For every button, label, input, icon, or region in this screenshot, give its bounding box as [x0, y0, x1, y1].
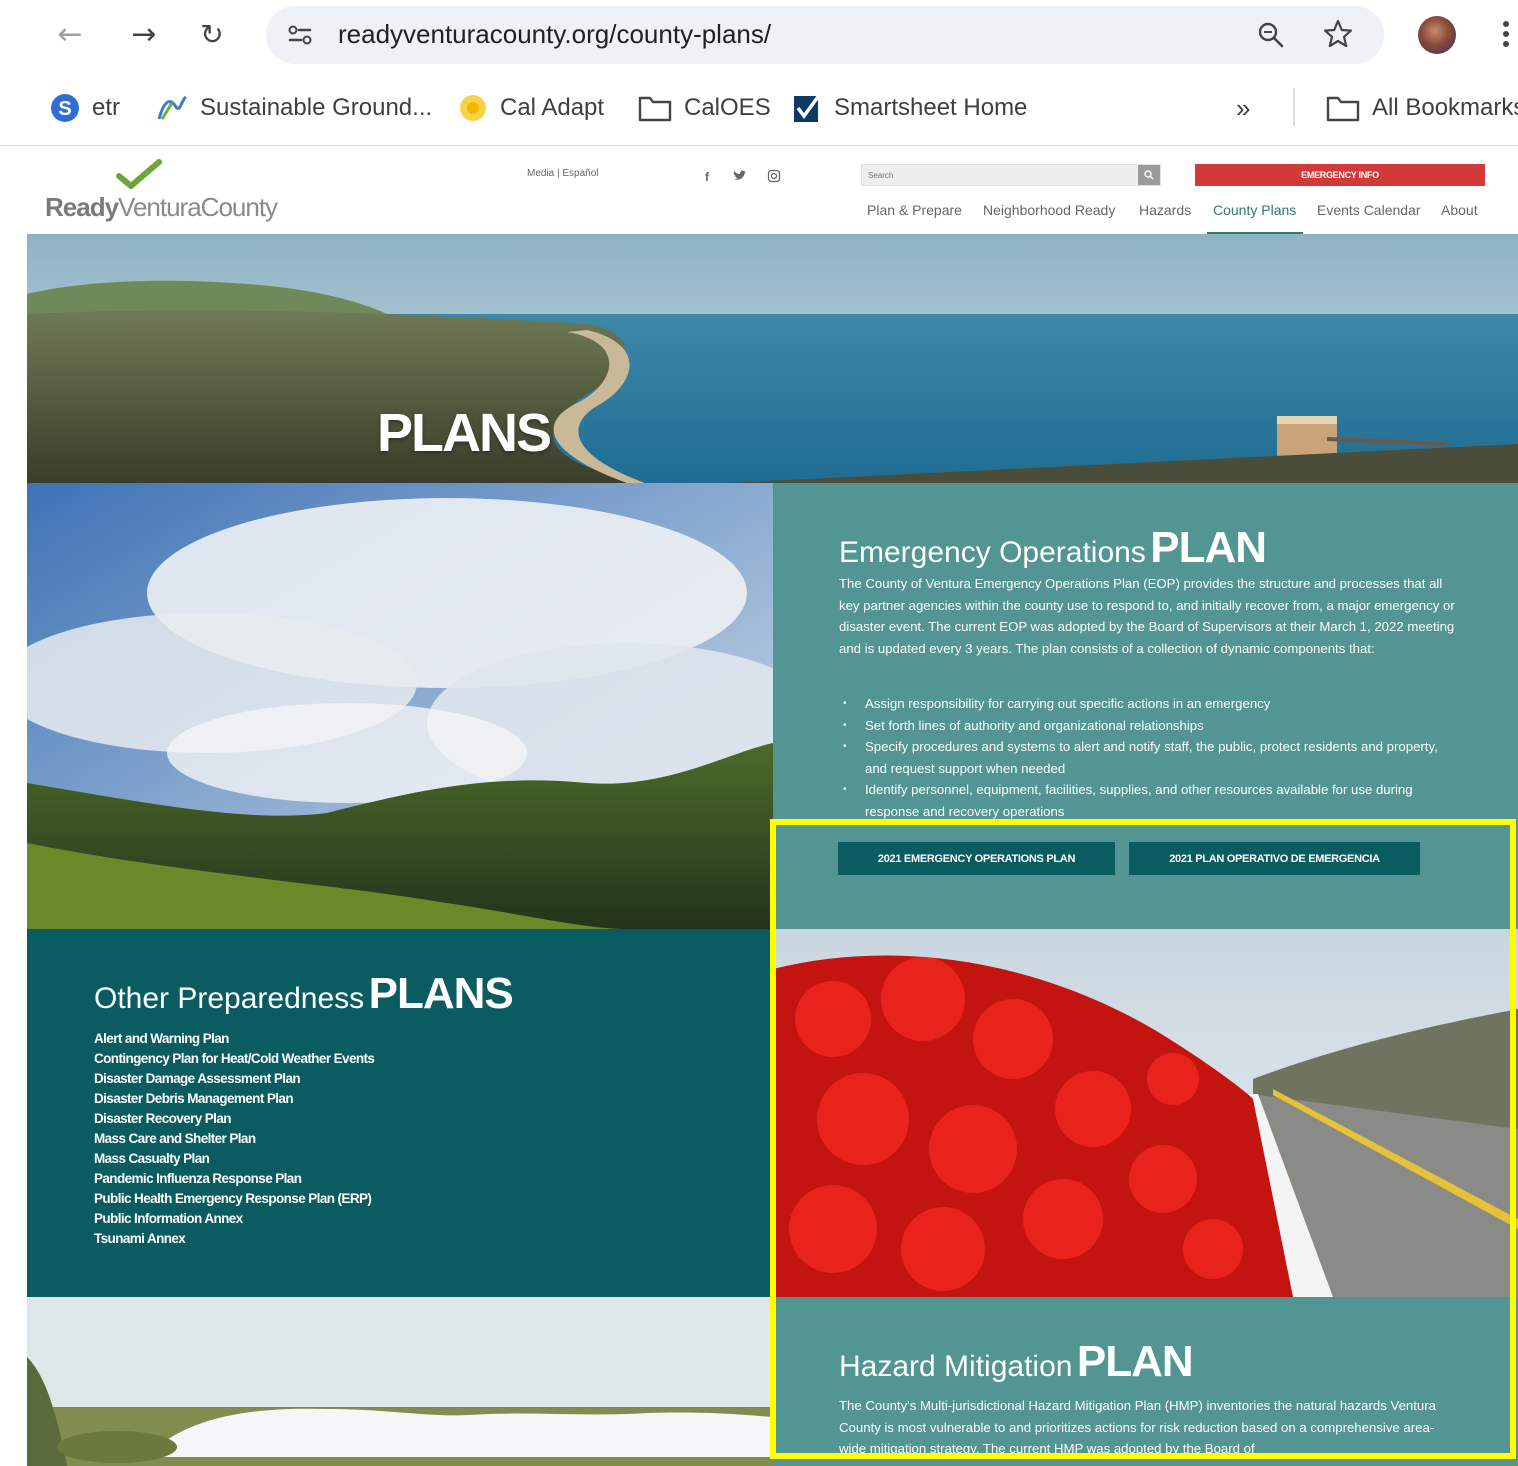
hero-title: PLANS — [377, 403, 552, 463]
coastline-photo — [27, 234, 1518, 483]
s-circle-icon: S — [50, 93, 80, 123]
bookmark-caloes[interactable]: CalOES — [638, 90, 771, 126]
plan-link-mass-care-shelter[interactable]: Mass Care and Shelter Plan — [94, 1129, 594, 1149]
plan-link-pandemic-influenza[interactable]: Pandemic Influenza Response Plan — [94, 1169, 594, 1189]
nav-hazards[interactable]: Hazards — [1139, 202, 1191, 218]
menu-kebab-icon[interactable] — [1496, 14, 1516, 54]
highlight-box — [770, 819, 1516, 1459]
nav-county-plans[interactable]: County Plans — [1213, 202, 1296, 218]
plan-link-mass-casualty[interactable]: Mass Casualty Plan — [94, 1149, 594, 1169]
bookmark-etr[interactable]: S etr — [50, 90, 120, 126]
emergency-info-button[interactable]: EMERGENCY INFO — [1195, 164, 1485, 186]
eop-description: The County of Ventura Emergency Operatio… — [839, 576, 1455, 656]
site-search-input[interactable] — [862, 165, 1138, 185]
sky-mountains-photo — [27, 483, 773, 929]
browser-toolbar: ← → ↻ readyventuracounty.org/county-plan… — [0, 0, 1518, 70]
zoom-icon[interactable] — [1256, 20, 1286, 50]
cal-adapt-icon — [458, 93, 488, 123]
folder-icon — [638, 94, 672, 122]
all-bookmarks-button[interactable]: All Bookmarks — [1326, 90, 1518, 126]
bookmarks-bar: S etr Sustainable Ground... Cal Adapt Ca… — [0, 70, 1518, 146]
site-settings-icon[interactable] — [286, 21, 314, 49]
logo-text: ReadyVenturaCounty — [45, 192, 278, 222]
plan-link-public-health-erp[interactable]: Public Health Emergency Response Plan (E… — [94, 1189, 594, 1209]
folder-icon — [1326, 94, 1360, 122]
list-item: Set forth lines of authority and organiz… — [839, 715, 1459, 737]
nav-plan-prepare[interactable]: Plan & Prepare — [867, 202, 962, 218]
plan-link-debris-management[interactable]: Disaster Debris Management Plan — [94, 1089, 594, 1109]
smartsheet-icon — [792, 92, 822, 124]
svg-text:S: S — [58, 98, 71, 120]
eop-heading: Emergency Operations PLAN — [839, 523, 1267, 572]
bookmark-sustainable-ground[interactable]: Sustainable Ground... — [156, 90, 432, 126]
site-header: ReadyVenturaCounty Media | Español f EME… — [27, 148, 1518, 234]
site-logo[interactable]: ReadyVenturaCounty — [45, 158, 305, 228]
bookmarks-overflow-button[interactable]: » — [1236, 90, 1250, 126]
utility-links[interactable]: Media | Español — [527, 168, 599, 179]
other-plans-list: Alert and Warning Plan Contingency Plan … — [94, 1029, 594, 1249]
url-text[interactable]: readyventuracounty.org/county-plans/ — [338, 19, 771, 50]
greenhouse-photo — [27, 1297, 773, 1466]
list-item: Specify procedures and systems to alert … — [839, 736, 1459, 779]
sgma-icon — [156, 93, 188, 123]
plan-link-damage-assessment[interactable]: Disaster Damage Assessment Plan — [94, 1069, 594, 1089]
plan-link-public-information[interactable]: Public Information Annex — [94, 1209, 594, 1229]
address-bar[interactable]: readyventuracounty.org/county-plans/ — [266, 6, 1384, 64]
eop-bullet-list: Assign responsibility for carrying out s… — [839, 693, 1459, 822]
back-arrow-icon[interactable]: ← — [50, 14, 90, 54]
bookmark-smartsheet[interactable]: Smartsheet Home — [792, 90, 1027, 126]
nav-about[interactable]: About — [1441, 202, 1478, 218]
search-icon[interactable] — [1138, 165, 1160, 185]
profile-avatar[interactable] — [1418, 16, 1456, 54]
hero-banner: PLANS — [27, 234, 1518, 483]
checkmark-icon — [116, 159, 162, 189]
facebook-icon[interactable]: f — [705, 170, 721, 184]
plan-link-disaster-recovery[interactable]: Disaster Recovery Plan — [94, 1109, 594, 1129]
list-item: Identify personnel, equipment, facilitie… — [839, 779, 1459, 822]
plan-link-heat-cold[interactable]: Contingency Plan for Heat/Cold Weather E… — [94, 1049, 594, 1069]
list-item: Assign responsibility for carrying out s… — [839, 693, 1459, 715]
bookmark-cal-adapt[interactable]: Cal Adapt — [458, 90, 604, 126]
plan-link-tsunami-annex[interactable]: Tsunami Annex — [94, 1229, 594, 1249]
reload-icon[interactable]: ↻ — [192, 14, 232, 54]
bookmark-star-icon[interactable] — [1322, 18, 1354, 50]
instagram-icon[interactable] — [767, 169, 783, 185]
plan-link-alert-warning[interactable]: Alert and Warning Plan — [94, 1029, 594, 1049]
nav-events-calendar[interactable]: Events Calendar — [1317, 202, 1421, 218]
bookmarks-divider — [1293, 88, 1295, 126]
forward-arrow-icon[interactable]: → — [124, 14, 164, 54]
other-plans-section: Other Preparedness PLANS Alert and Warni… — [27, 929, 773, 1297]
other-plans-heading: Other Preparedness PLANS — [94, 969, 514, 1018]
twitter-icon[interactable] — [733, 169, 749, 185]
nav-neighborhood-ready[interactable]: Neighborhood Ready — [983, 202, 1115, 218]
site-search-box[interactable] — [861, 164, 1161, 186]
